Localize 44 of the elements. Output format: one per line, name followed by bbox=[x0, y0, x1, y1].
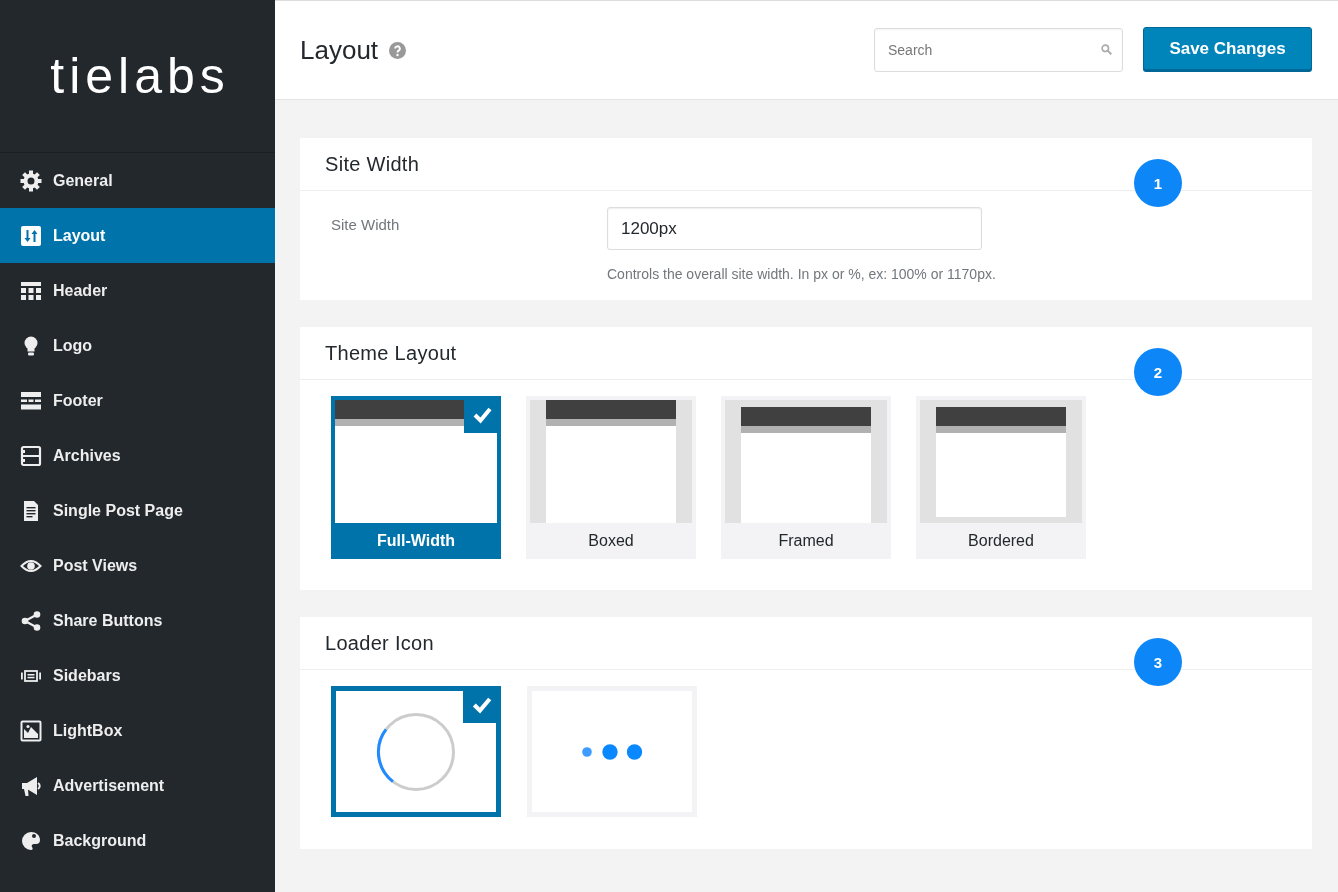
sidebar-item[interactable]: General bbox=[0, 153, 275, 208]
loading-dots-icon bbox=[581, 742, 643, 761]
sidebar-item[interactable]: Advertisement bbox=[0, 758, 275, 813]
layout-option[interactable]: Framed bbox=[721, 396, 891, 559]
logo: tielabs bbox=[49, 51, 230, 101]
layout-option[interactable]: Boxed bbox=[526, 396, 696, 559]
section-title: Site Width bbox=[325, 152, 420, 176]
spinner-icon bbox=[376, 711, 456, 792]
search-icon bbox=[1101, 44, 1112, 55]
layout-option[interactable]: Bordered bbox=[916, 396, 1086, 559]
sidebar-item[interactable]: Post Views bbox=[0, 538, 275, 593]
sidebar-item[interactable]: Logo bbox=[0, 318, 275, 373]
site-width-input[interactable]: 1200px bbox=[607, 207, 982, 250]
image-icon bbox=[20, 719, 42, 742]
field-description: Controls the overall site width. In px or %, ex: 100% or 1170px. bbox=[607, 266, 996, 282]
layout-option[interactable]: Full-Width bbox=[331, 396, 501, 559]
rows-icon bbox=[20, 389, 42, 412]
page-title: Layout bbox=[300, 34, 379, 66]
sidebar-item[interactable]: Share Buttons bbox=[0, 593, 275, 648]
sidebar-item[interactable]: Single Post Page bbox=[0, 483, 275, 538]
section-title: Theme Layout bbox=[325, 341, 457, 365]
help-icon[interactable] bbox=[389, 41, 407, 59]
sidebar-item[interactable]: Sidebars bbox=[0, 648, 275, 703]
sidebar-item[interactable]: LightBox bbox=[0, 703, 275, 758]
palette-icon bbox=[20, 829, 42, 852]
sort-arrows-icon bbox=[20, 224, 42, 247]
section-title: Loader Icon bbox=[325, 631, 434, 655]
sidebar-item[interactable]: Footer bbox=[0, 373, 275, 428]
save-button[interactable]: Save Changes bbox=[1143, 27, 1312, 70]
grid-layout-icon bbox=[20, 279, 42, 302]
loader-option[interactable] bbox=[331, 686, 501, 817]
sidebar-item[interactable]: Header bbox=[0, 263, 275, 318]
step-marker: 2 bbox=[1134, 348, 1182, 396]
sidebar-item[interactable]: Layout bbox=[0, 208, 275, 263]
split-frame-icon bbox=[20, 444, 42, 467]
field-label: Site Width bbox=[331, 215, 400, 235]
step-marker: 3 bbox=[1134, 638, 1182, 686]
sidebar-item[interactable]: Archives bbox=[0, 428, 275, 483]
gear-icon bbox=[20, 169, 42, 192]
megaphone-icon bbox=[20, 774, 42, 797]
share-icon bbox=[20, 609, 42, 632]
sidebar-item[interactable]: Background bbox=[0, 813, 275, 868]
step-marker: 1 bbox=[1134, 159, 1182, 207]
search-field[interactable]: Search bbox=[874, 28, 1123, 72]
